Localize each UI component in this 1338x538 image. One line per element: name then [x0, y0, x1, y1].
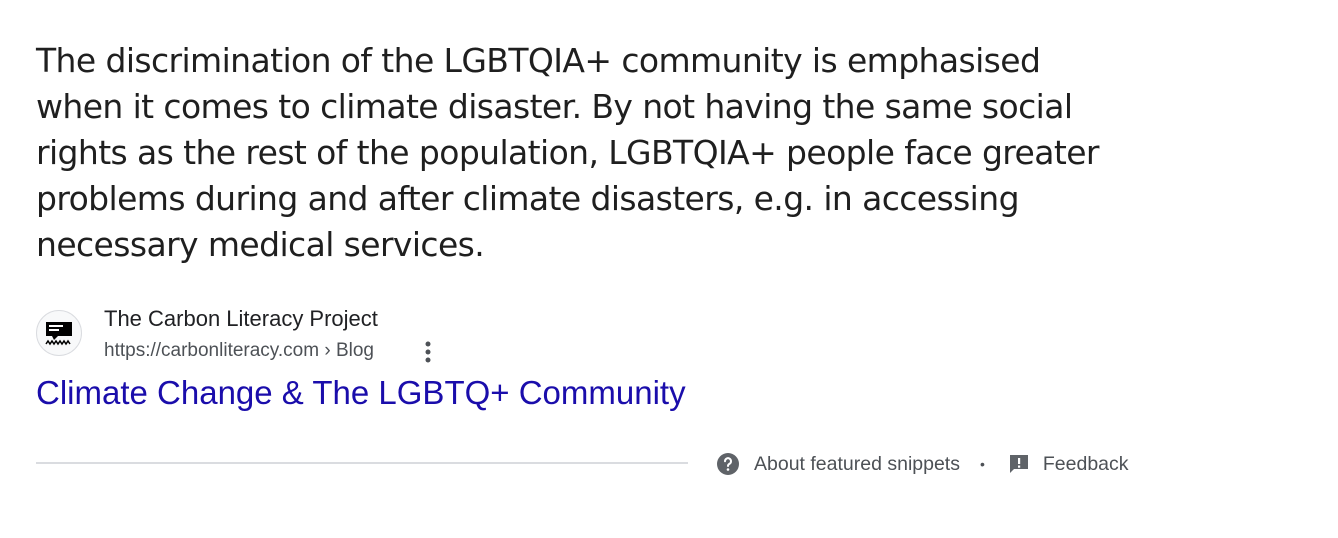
source-block: The Carbon Literacy Project https://carb… — [36, 306, 536, 366]
carbon-literacy-logo-icon[interactable] — [36, 310, 82, 356]
divider — [36, 462, 688, 464]
site-name[interactable]: The Carbon Literacy Project — [104, 306, 378, 332]
feedback-link[interactable]: Feedback — [1043, 453, 1129, 476]
help-circle-icon[interactable] — [716, 452, 740, 476]
snippet-footer: About featured snippets • Feedback — [716, 450, 1129, 478]
more-vert-icon[interactable] — [418, 338, 438, 366]
footer-separator: • — [979, 456, 985, 472]
site-url-breadcrumb[interactable]: https://carbonliteracy.com › Blog — [104, 340, 374, 362]
result-title-link[interactable]: Climate Change & The LGBTQ+ Community — [36, 374, 686, 412]
featured-snippet-text: The discrimination of the LGBTQIA+ commu… — [36, 41, 1099, 264]
about-featured-snippets-link[interactable]: About featured snippets — [754, 453, 960, 476]
feedback-icon[interactable] — [1007, 452, 1031, 476]
